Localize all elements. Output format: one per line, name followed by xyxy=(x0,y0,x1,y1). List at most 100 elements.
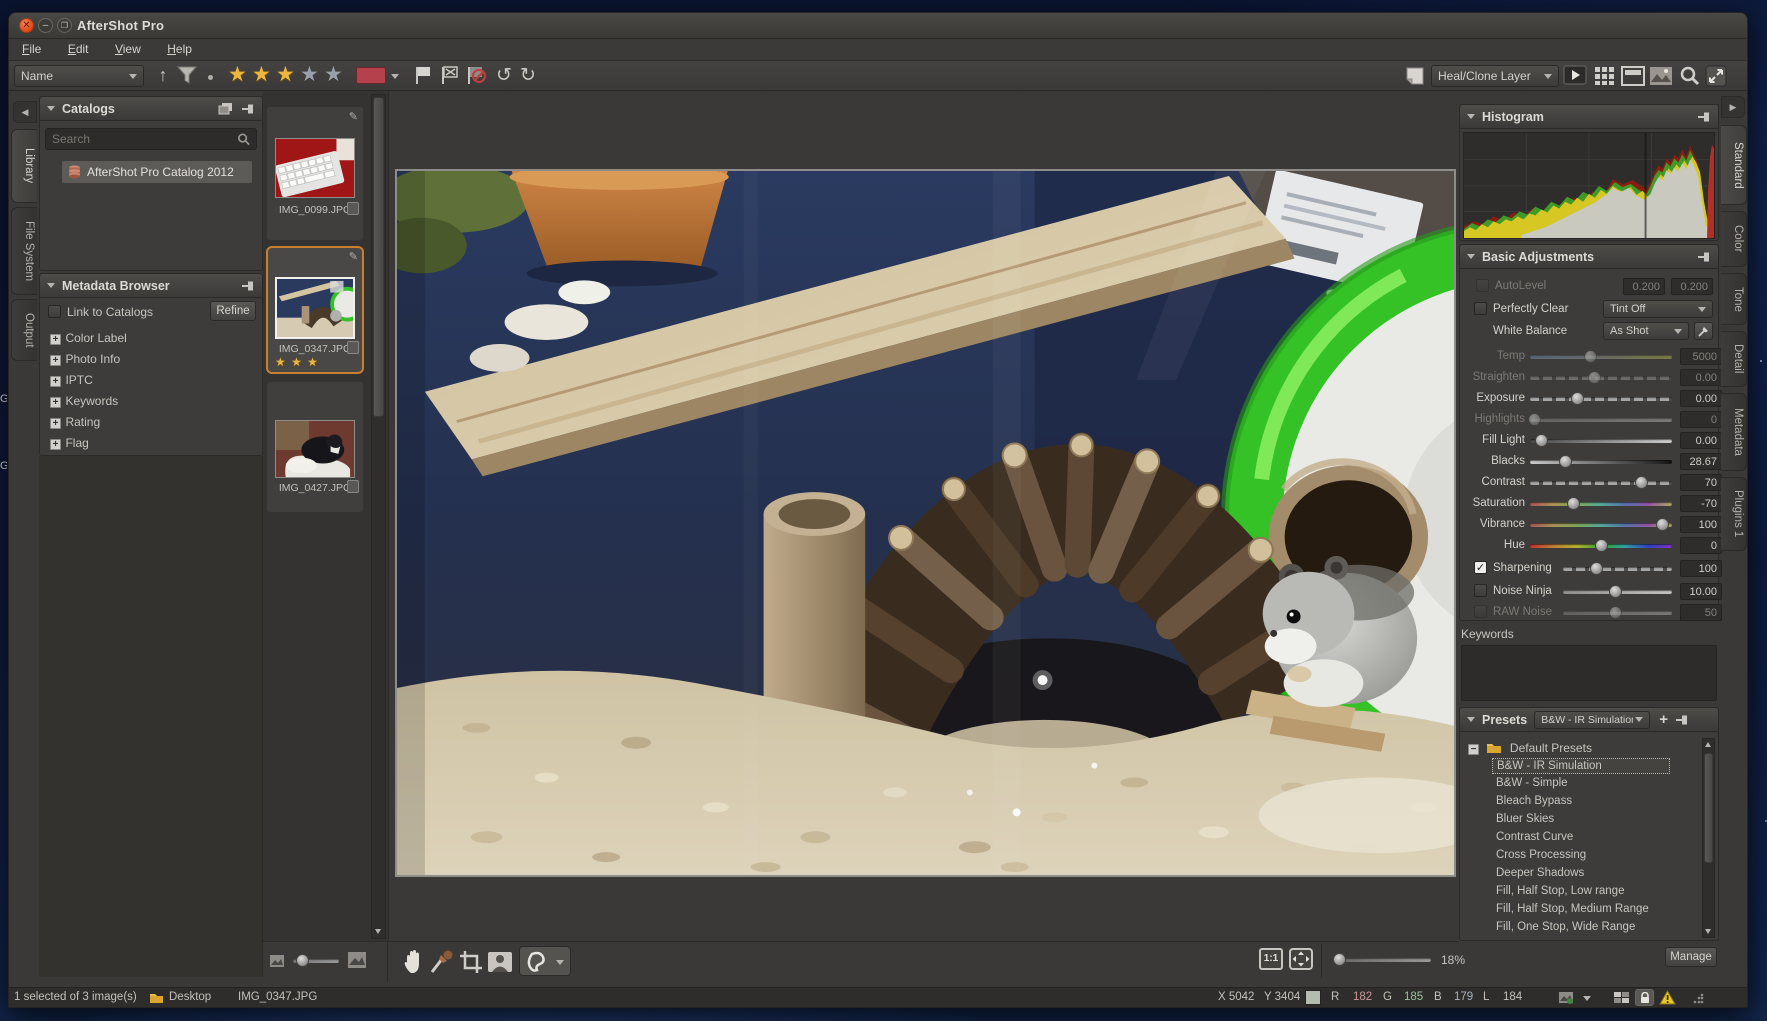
lock-button[interactable] xyxy=(1635,989,1654,1006)
scroll-down-icon[interactable] xyxy=(375,929,381,934)
saturation-knob[interactable] xyxy=(1567,497,1580,510)
crop-tool[interactable] xyxy=(459,950,483,974)
menu-view[interactable]: View xyxy=(106,39,150,59)
flag-reject-icon[interactable] xyxy=(439,65,461,85)
thumbnail-image[interactable] xyxy=(275,138,355,198)
tree-item-keywords[interactable]: Keywords xyxy=(65,394,118,408)
preset-item[interactable]: B&W - Simple xyxy=(1492,776,1670,792)
straighten-knob[interactable] xyxy=(1588,371,1601,384)
search-input[interactable] xyxy=(52,132,237,146)
rotate-right-icon[interactable]: ↻ xyxy=(517,62,539,88)
layer-icon[interactable] xyxy=(1404,65,1426,87)
temp-knob[interactable] xyxy=(1584,350,1597,363)
metadata-browser-header[interactable]: Metadata Browser xyxy=(40,274,262,298)
raw-noise-knob[interactable] xyxy=(1609,606,1622,619)
expand-plus-icon[interactable]: + xyxy=(50,334,61,345)
zoom-actual-size-button[interactable]: 1:1 xyxy=(1259,948,1283,970)
pan-hand-tool[interactable] xyxy=(401,949,425,975)
presets-folder-row[interactable]: − Default Presets xyxy=(1468,739,1592,757)
preset-item[interactable]: Contrast Curve xyxy=(1492,830,1670,846)
expand-plus-icon[interactable]: + xyxy=(50,418,61,429)
expand-plus-icon[interactable]: + xyxy=(50,355,61,366)
fill-light-value[interactable]: 0.00 xyxy=(1680,432,1722,449)
slideshow-button[interactable] xyxy=(1563,65,1587,87)
tree-item-flag[interactable]: Flag xyxy=(65,436,88,450)
heal-clone-tool-active[interactable] xyxy=(519,946,571,976)
straighten-value[interactable]: 0.00 xyxy=(1680,369,1722,386)
blacks-value[interactable]: 28.67 xyxy=(1680,453,1722,470)
refine-button[interactable]: Refine xyxy=(210,301,256,321)
redeye-tool[interactable] xyxy=(487,951,513,973)
manage-presets-button[interactable]: Manage xyxy=(1665,947,1717,967)
main-photo-view[interactable] xyxy=(395,169,1456,877)
autolevel-value-2[interactable]: 0.200 xyxy=(1671,278,1713,295)
expand-plus-icon[interactable]: + xyxy=(50,397,61,408)
hue-knob[interactable] xyxy=(1595,539,1608,552)
tab-metadata[interactable]: Metadata xyxy=(1721,393,1747,471)
exposure-value[interactable]: 0.00 xyxy=(1680,390,1722,407)
pin-icon[interactable] xyxy=(1697,111,1711,123)
preset-item-clipped[interactable]: Fill, One Stop, Wide Range xyxy=(1492,920,1670,938)
pin-icon[interactable] xyxy=(241,280,255,292)
star-icon[interactable]: ★ xyxy=(228,64,247,86)
collapse-arrow-icon[interactable] xyxy=(1467,114,1475,119)
presets-header[interactable]: Presets B&W - IR Simulation + xyxy=(1460,708,1718,732)
collapse-arrow-icon[interactable] xyxy=(47,106,55,111)
proof-profile-icon[interactable] xyxy=(1558,991,1574,1004)
tab-plugins-1[interactable]: Plugins 1 xyxy=(1721,477,1747,551)
expand-right-panel-button[interactable]: ▶ xyxy=(1721,96,1745,118)
sharpening-value[interactable]: 100 xyxy=(1680,560,1722,577)
noise-ninja-checkbox[interactable] xyxy=(1474,584,1487,597)
chevron-down-icon[interactable] xyxy=(1583,996,1591,1001)
warning-icon[interactable] xyxy=(1659,990,1676,1005)
vibrance-knob[interactable] xyxy=(1656,518,1669,531)
star-icon[interactable]: ★ xyxy=(252,64,271,86)
maximize-button[interactable]: ❐ xyxy=(57,18,72,33)
preset-item-selected[interactable]: B&W - IR Simulation xyxy=(1492,758,1670,774)
contrast-value[interactable]: 70 xyxy=(1680,474,1722,491)
expand-plus-icon[interactable]: + xyxy=(50,376,61,387)
straighten-slider[interactable] xyxy=(1530,376,1672,380)
basic-adjustments-header[interactable]: Basic Adjustments xyxy=(1460,245,1718,269)
link-to-catalogs-checkbox[interactable] xyxy=(48,305,61,318)
exposure-slider[interactable] xyxy=(1530,397,1672,401)
title-bar[interactable]: ✕ – ❐ AfterShot Pro xyxy=(9,13,1747,39)
tree-item-iptc[interactable]: IPTC xyxy=(65,373,92,387)
preset-select[interactable]: B&W - IR Simulation xyxy=(1534,711,1650,729)
color-label-dropdown-icon[interactable] xyxy=(391,74,399,79)
thumbnail-image[interactable] xyxy=(275,277,355,339)
temp-value[interactable]: 5000 xyxy=(1680,348,1722,365)
filter-funnel-icon[interactable] xyxy=(177,66,197,85)
rating-stars[interactable]: ★ ★ ★ xyxy=(275,355,319,369)
raw-noise-checkbox[interactable] xyxy=(1474,605,1487,618)
collapse-arrow-icon[interactable] xyxy=(47,283,55,288)
catalog-search-box[interactable] xyxy=(45,128,257,150)
blacks-knob[interactable] xyxy=(1559,455,1572,468)
scrollbar-thumb[interactable] xyxy=(373,97,384,417)
contrast-knob[interactable] xyxy=(1635,476,1648,489)
expand-plus-icon[interactable]: + xyxy=(50,439,61,450)
thumbnail-image[interactable] xyxy=(275,420,355,478)
sharpening-knob[interactable] xyxy=(1590,562,1603,575)
menu-file[interactable]: File xyxy=(13,39,50,59)
collapse-arrow-icon[interactable] xyxy=(1467,717,1475,722)
preset-item[interactable]: Bluer Skies xyxy=(1492,812,1670,828)
autolevel-value-1[interactable]: 0.200 xyxy=(1623,278,1665,295)
add-preset-icon[interactable]: + xyxy=(1659,711,1668,728)
fullscreen-icon[interactable] xyxy=(1705,65,1727,87)
scroll-down-icon[interactable] xyxy=(1705,929,1711,934)
sharpening-slider[interactable] xyxy=(1563,567,1672,571)
sort-ascending-icon[interactable]: ↑ xyxy=(153,63,173,87)
tab-library[interactable]: Library xyxy=(11,129,37,203)
star-icon[interactable]: ★ xyxy=(276,64,295,86)
noise-ninja-value[interactable]: 10.00 xyxy=(1680,583,1722,600)
tree-item-rating[interactable]: Rating xyxy=(65,415,100,429)
exposure-knob[interactable] xyxy=(1571,392,1584,405)
collapse-left-panel-button[interactable]: ◀ xyxy=(13,101,37,123)
preset-item[interactable]: Cross Processing xyxy=(1492,848,1670,864)
menu-help[interactable]: Help xyxy=(158,39,201,59)
collapse-arrow-icon[interactable] xyxy=(1467,254,1475,259)
browse-view-icon[interactable] xyxy=(1621,66,1645,86)
highlights-slider[interactable] xyxy=(1530,418,1672,422)
pin-icon[interactable] xyxy=(241,103,255,115)
